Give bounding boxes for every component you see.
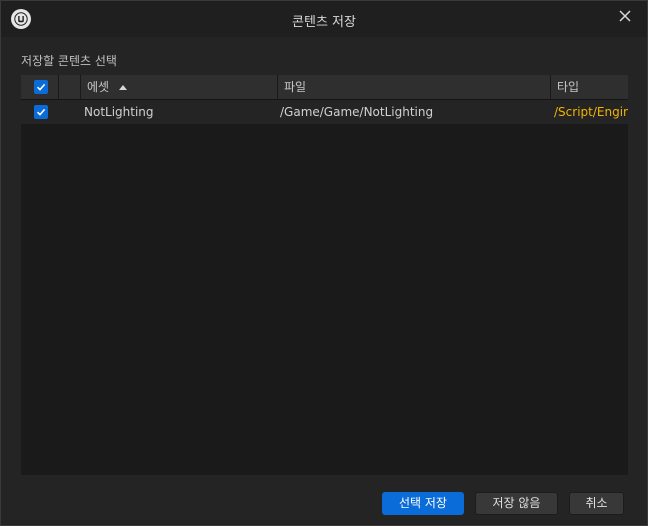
check-icon bbox=[36, 108, 46, 116]
column-label-type: 타입 bbox=[557, 80, 580, 94]
header-asset-column[interactable]: 에셋 bbox=[81, 75, 278, 99]
save-selected-button[interactable]: 선택 저장 bbox=[382, 492, 464, 515]
title-bar: 콘텐츠 저장 bbox=[1, 1, 647, 37]
save-content-dialog: 콘텐츠 저장 저장할 콘텐츠 선택 에셋 파일 타입 NotLighting /… bbox=[0, 0, 648, 526]
sort-ascending-icon bbox=[118, 85, 127, 90]
content-table: 에셋 파일 타입 NotLighting /Game/Game/NotLight… bbox=[21, 75, 628, 475]
row-checkbox[interactable] bbox=[34, 105, 48, 119]
close-button[interactable] bbox=[613, 5, 637, 27]
table-row[interactable]: NotLighting /Game/Game/NotLighting /Scri… bbox=[21, 100, 628, 124]
close-icon bbox=[619, 10, 631, 22]
header-file-column[interactable]: 파일 bbox=[278, 75, 551, 99]
header-select-all-cell bbox=[21, 75, 59, 99]
cancel-button[interactable]: 취소 bbox=[569, 492, 624, 515]
section-label: 저장할 콘텐츠 선택 bbox=[21, 54, 117, 68]
row-asset-name: NotLighting bbox=[84, 105, 154, 119]
row-type: /Script/Engir bbox=[554, 105, 628, 119]
column-label-file: 파일 bbox=[284, 80, 307, 94]
check-icon bbox=[36, 83, 46, 91]
window-title: 콘텐츠 저장 bbox=[292, 15, 356, 30]
table-header: 에셋 파일 타입 bbox=[21, 75, 628, 100]
row-file-path: /Game/Game/NotLighting bbox=[280, 105, 434, 119]
column-label-asset: 에셋 bbox=[87, 80, 110, 94]
header-type-column[interactable]: 타입 bbox=[551, 75, 628, 99]
select-all-checkbox[interactable] bbox=[34, 80, 48, 94]
header-spacer-column bbox=[59, 75, 81, 99]
dont-save-button[interactable]: 저장 않음 bbox=[475, 492, 558, 515]
